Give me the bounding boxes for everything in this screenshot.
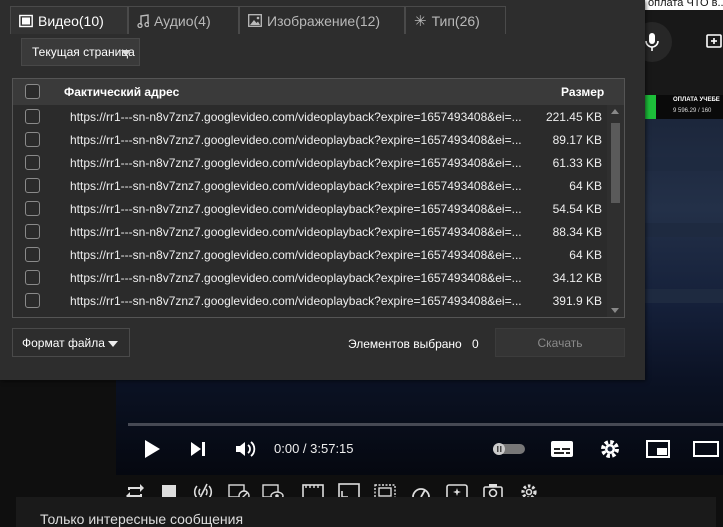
asterisk-icon: ✳: [414, 12, 427, 30]
row-url: https://rr1---sn-n8v7znz7.googlevideo.co…: [70, 271, 522, 285]
chevron-down-icon: [121, 50, 131, 56]
row-url: https://rr1---sn-n8v7znz7.googlevideo.co…: [70, 156, 522, 170]
subtitles-icon: [551, 441, 573, 457]
microphone-icon: [645, 33, 659, 51]
comments-filter-bar[interactable]: Только интересные сообщения: [16, 497, 716, 527]
mute-button[interactable]: [232, 436, 258, 462]
autoplay-toggle[interactable]: [492, 436, 526, 462]
row-size: 64 KB: [569, 179, 602, 193]
table-row[interactable]: https://rr1---sn-n8v7znz7.googlevideo.co…: [13, 128, 606, 151]
film-icon: [19, 14, 33, 28]
donation-amount: 9 596.29 / 160: [673, 108, 712, 114]
row-checkbox[interactable]: [25, 178, 40, 193]
download-button[interactable]: Скачать: [495, 328, 625, 357]
next-button[interactable]: [186, 436, 210, 462]
row-checkbox[interactable]: [25, 132, 40, 147]
create-video-icon[interactable]: [705, 32, 723, 50]
scroll-down-arrow-icon[interactable]: [611, 308, 619, 313]
table-row[interactable]: https://rr1---sn-n8v7znz7.googlevideo.co…: [13, 105, 606, 128]
toggle-icon: [493, 443, 525, 455]
row-url: https://rr1---sn-n8v7znz7.googlevideo.co…: [70, 248, 522, 262]
table-header: Фактический адрес Размер: [13, 79, 624, 105]
table-scrollbar[interactable]: [607, 105, 624, 317]
selected-items-count: 0: [472, 337, 479, 351]
row-checkbox[interactable]: [25, 155, 40, 170]
volume-icon: [236, 441, 256, 457]
row-url: https://rr1---sn-n8v7znz7.googlevideo.co…: [70, 225, 522, 239]
file-format-dropdown[interactable]: Формат файла: [12, 328, 130, 357]
table-row[interactable]: https://rr1---sn-n8v7znz7.googlevideo.co…: [13, 174, 606, 197]
selected-items-label: Элементов выбрано: [348, 337, 462, 351]
table-row[interactable]: https://rr1---sn-n8v7znz7.googlevideo.co…: [13, 220, 606, 243]
row-size: 88.34 KB: [552, 225, 602, 239]
scope-dropdown-value: Текущая страница: [32, 45, 135, 59]
row-size: 391.9 KB: [552, 294, 602, 308]
tab-type[interactable]: ✳ Тип(26): [405, 6, 506, 34]
row-size: 64 KB: [569, 248, 602, 262]
row-checkbox[interactable]: [25, 224, 40, 239]
comments-filter-label: Только интересные сообщения: [40, 511, 244, 527]
row-checkbox[interactable]: [25, 293, 40, 308]
row-size: 61.33 KB: [552, 156, 602, 170]
scroll-up-arrow-icon[interactable]: [611, 109, 619, 114]
miniplayer-icon: [646, 440, 670, 458]
video-progress-bar[interactable]: [128, 423, 723, 426]
row-size: 34.12 KB: [552, 271, 602, 285]
tab-image-label: Изображение(12): [267, 12, 381, 29]
skip-next-icon: [191, 442, 205, 456]
theater-icon: [693, 441, 719, 457]
table-row[interactable]: https://rr1---sn-n8v7znz7.googlevideo.co…: [13, 243, 606, 266]
donation-progress-fill: [645, 95, 656, 119]
music-note-icon: [137, 13, 149, 28]
row-checkbox[interactable]: [25, 247, 40, 262]
media-type-tabs: Видео(10) Аудио(4) Изображение(12) ✳ Тип…: [10, 6, 506, 36]
row-url: https://rr1---sn-n8v7znz7.googlevideo.co…: [70, 133, 522, 147]
row-size: 54.54 KB: [552, 202, 602, 216]
image-icon: [248, 14, 262, 27]
play-button[interactable]: [140, 436, 164, 462]
miniplayer-button[interactable]: [645, 436, 671, 462]
column-header-address[interactable]: Фактический адрес: [64, 85, 179, 99]
row-url: https://rr1---sn-n8v7znz7.googlevideo.co…: [70, 202, 522, 216]
media-downloader-panel: Видео(10) Аудио(4) Изображение(12) ✳ Тип…: [0, 0, 645, 380]
chevron-down-icon: [108, 341, 118, 347]
file-format-label: Формат файла: [22, 335, 105, 350]
scope-dropdown[interactable]: Текущая страница: [21, 38, 140, 66]
tab-audio-label: Аудио(4): [154, 12, 211, 29]
table-row[interactable]: https://rr1---sn-n8v7znz7.googlevideo.co…: [13, 266, 606, 289]
media-table: Фактический адрес Размер https://rr1---s…: [12, 78, 625, 318]
table-row[interactable]: https://rr1---sn-n8v7znz7.googlevideo.co…: [13, 151, 606, 174]
tab-type-label: Тип(26): [431, 12, 480, 29]
table-row[interactable]: https://rr1---sn-n8v7znz7.googlevideo.co…: [13, 197, 606, 220]
select-all-checkbox[interactable]: [25, 84, 40, 99]
tab-image[interactable]: Изображение(12): [239, 6, 405, 34]
stream-donation-bar: ОПЛАТА УЧЕБЕ 9 596.29 / 160: [645, 95, 723, 119]
row-url: https://rr1---sn-n8v7znz7.googlevideo.co…: [70, 179, 522, 193]
row-size: 89.17 KB: [552, 133, 602, 147]
scrollbar-thumb[interactable]: [611, 123, 620, 203]
row-url: https://rr1---sn-n8v7znz7.googlevideo.co…: [70, 294, 522, 308]
tab-audio[interactable]: Аудио(4): [128, 6, 239, 34]
tab-video-label: Видео(10): [38, 12, 104, 29]
row-checkbox[interactable]: [25, 109, 40, 124]
row-checkbox[interactable]: [25, 201, 40, 216]
background-video-title[interactable]: оплата ЧТО в...: [648, 0, 723, 9]
subtitles-button[interactable]: [548, 436, 576, 462]
column-header-size[interactable]: Размер: [561, 85, 604, 99]
donation-title: ОПЛАТА УЧЕБЕ: [673, 97, 720, 103]
row-size: 221.45 KB: [545, 110, 602, 124]
row-url: https://rr1---sn-n8v7znz7.googlevideo.co…: [70, 110, 522, 124]
table-row[interactable]: https://rr1---sn-n8v7znz7.googlevideo.co…: [13, 289, 606, 312]
play-icon: [145, 440, 160, 458]
settings-button[interactable]: [598, 436, 622, 462]
video-time-display: 0:00 / 3:57:15: [274, 441, 354, 456]
gear-icon: [601, 440, 619, 458]
tab-video[interactable]: Видео(10): [10, 6, 128, 34]
row-checkbox[interactable]: [25, 270, 40, 285]
theater-mode-button[interactable]: [692, 436, 720, 462]
